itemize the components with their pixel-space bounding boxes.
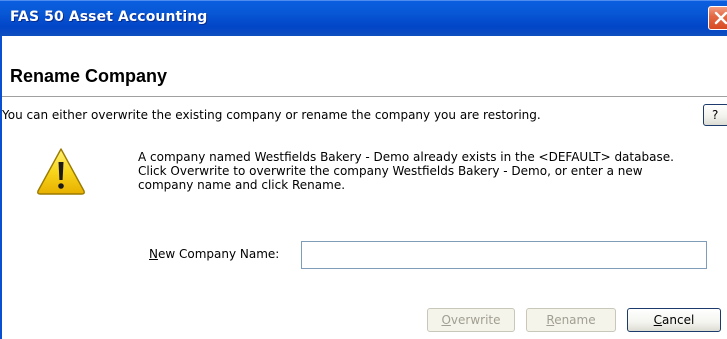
cancel-mnemonic: C: [653, 313, 663, 327]
overwrite-mnemonic: O: [441, 313, 451, 327]
warning-message: A company named Westfields Bakery - Demo…: [138, 150, 727, 192]
warning-line: A company named Westfields Bakery - Demo…: [138, 150, 674, 164]
help-button[interactable]: ?: [703, 104, 727, 126]
close-icon: [714, 11, 727, 25]
warning-icon: [37, 148, 85, 195]
window-border: [0, 36, 2, 339]
title-bar[interactable]: FAS 50 Asset Accounting: [0, 0, 727, 36]
close-button[interactable]: [708, 6, 727, 30]
cancel-button[interactable]: Cancel: [627, 308, 721, 332]
overwrite-label: verwrite: [450, 313, 501, 327]
rename-button[interactable]: Rename: [526, 308, 616, 332]
new-company-name-label: New Company Name:: [149, 247, 279, 261]
intro-text: You can either overwrite the existing co…: [2, 108, 541, 122]
label-mnemonic: N: [149, 247, 158, 261]
label-text: ew Company Name:: [157, 247, 280, 261]
cancel-label: ancel: [662, 313, 695, 327]
new-company-name-input[interactable]: [301, 241, 707, 269]
page-title: Rename Company: [10, 66, 168, 86]
overwrite-button[interactable]: Overwrite: [427, 308, 515, 332]
rename-label: ename: [554, 313, 596, 327]
header-divider: [2, 96, 727, 97]
dialog-window: FAS 50 Asset Accounting Rename Company Y…: [0, 0, 727, 339]
warning-line: Click Overwrite to overwrite the company…: [138, 164, 643, 178]
window-title: FAS 50 Asset Accounting: [10, 9, 208, 25]
warning-line: company name and click Rename.: [138, 178, 346, 192]
